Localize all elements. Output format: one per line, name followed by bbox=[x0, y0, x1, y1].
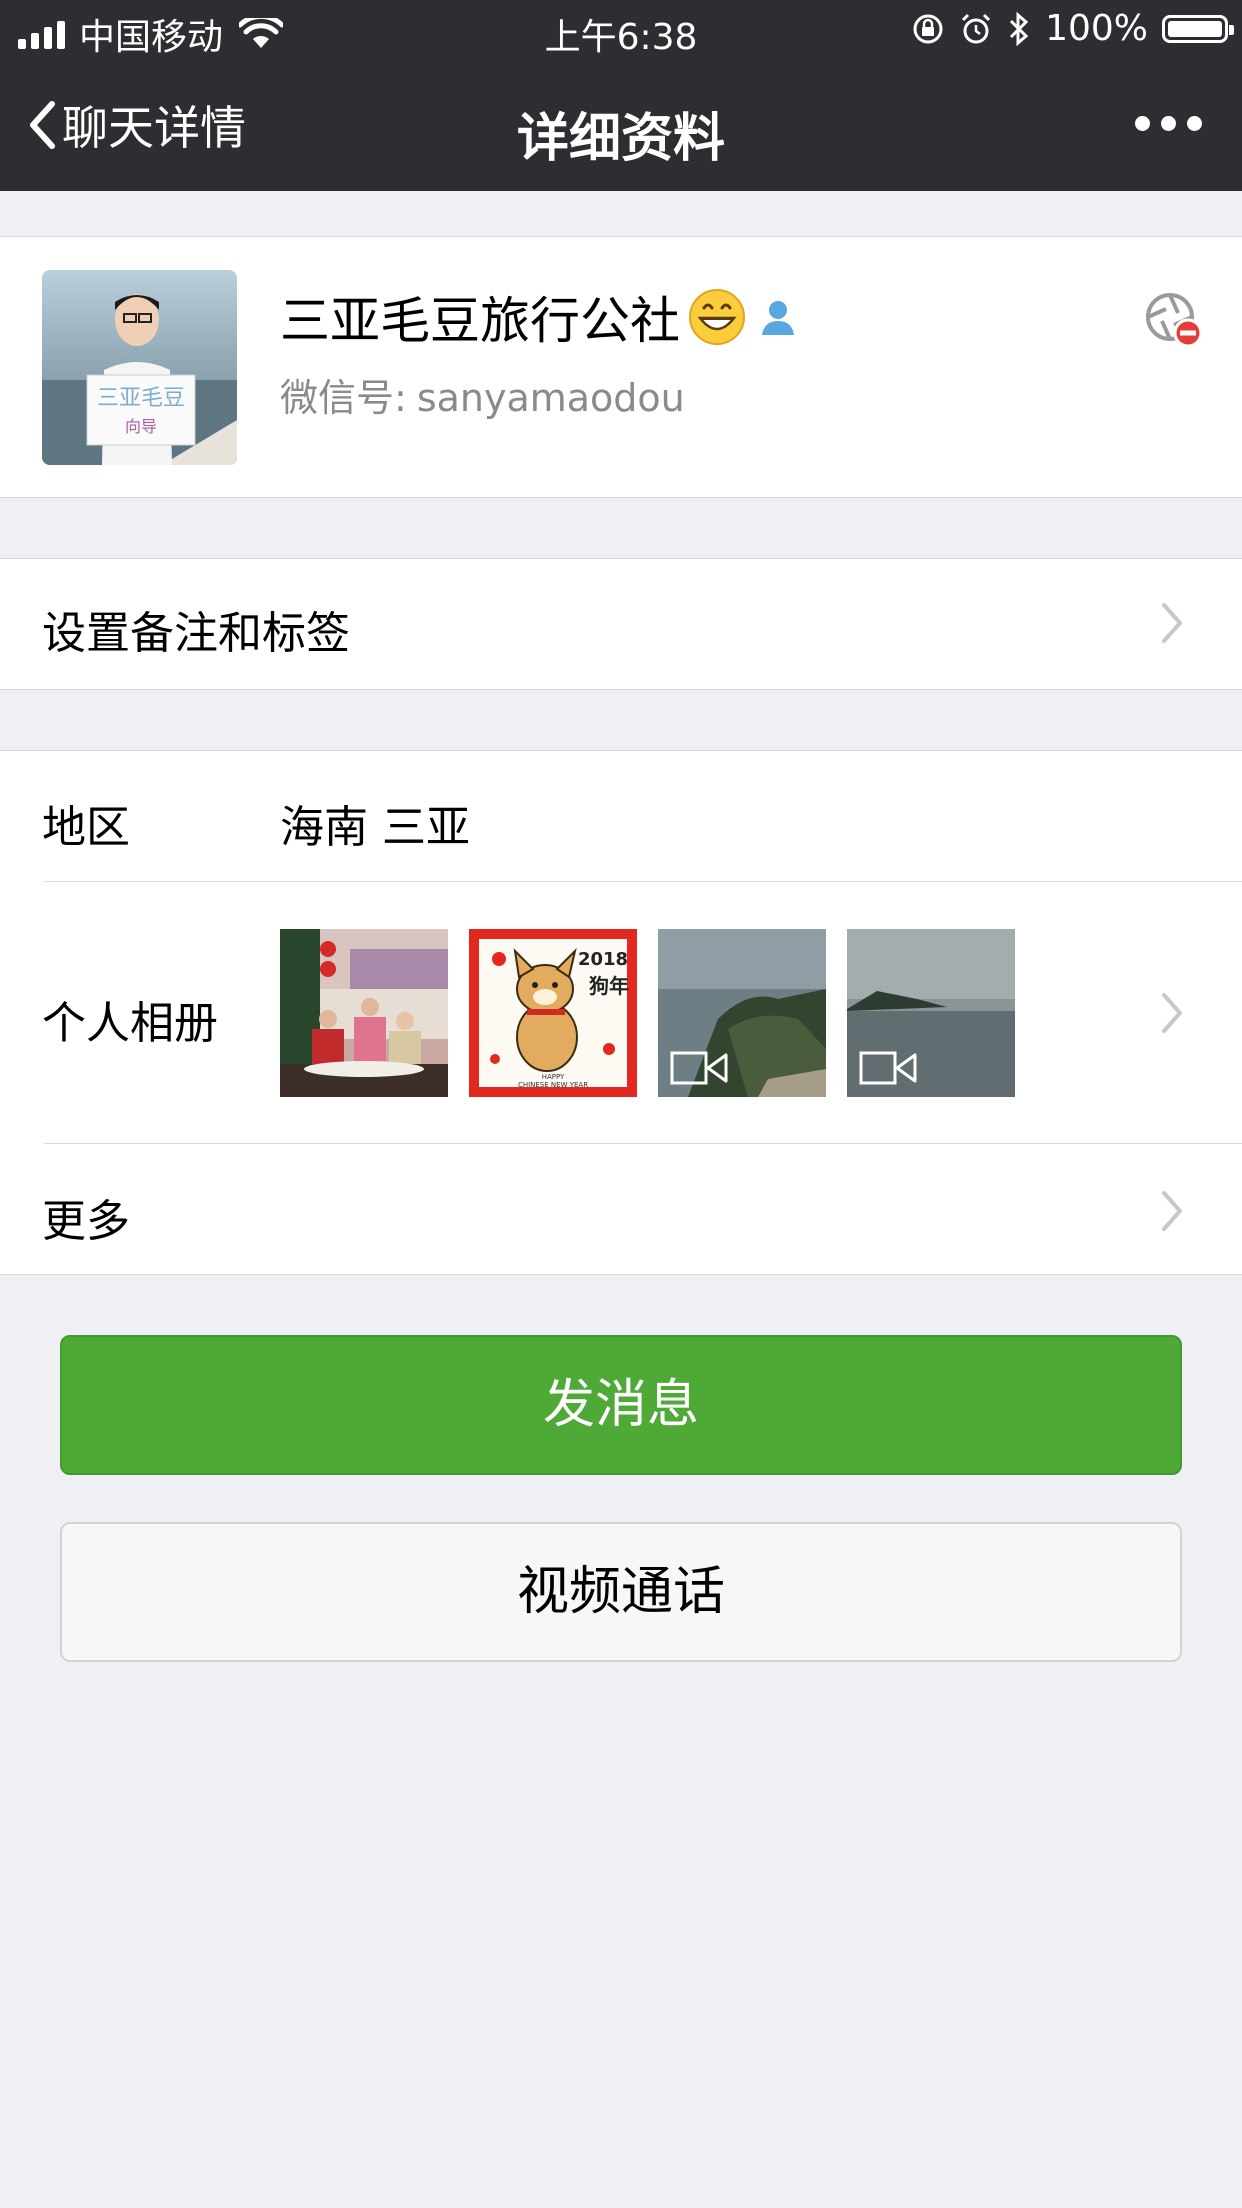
divider bbox=[44, 1143, 1242, 1144]
wechat-id-label: 微信号: bbox=[280, 376, 407, 420]
region-label: 地区 bbox=[42, 802, 130, 853]
battery-percent: 100% bbox=[1045, 8, 1148, 49]
navigation-bar: 聊天详情 详细资料 bbox=[0, 62, 1242, 191]
card-happy-text: HAPPY bbox=[542, 1073, 565, 1081]
album-video-sea[interactable] bbox=[847, 929, 1015, 1097]
info-card: 地区 海南 三亚 个人相册 2018 狗年 HAPPY CHINESE NEW … bbox=[0, 750, 1242, 1275]
battery-fill bbox=[1168, 20, 1222, 37]
region-value: 海南 三亚 bbox=[280, 802, 470, 853]
avatar-sign-line2: 向导 bbox=[125, 417, 157, 436]
card-year-text: 2018 bbox=[578, 949, 628, 970]
avatar[interactable]: 三亚毛豆 向导 bbox=[42, 270, 237, 465]
album-photo-group[interactable] bbox=[280, 929, 448, 1097]
send-message-button[interactable]: 发消息 bbox=[60, 1335, 1182, 1475]
album-video-cliff[interactable] bbox=[658, 929, 826, 1097]
avatar-image: 三亚毛豆 向导 bbox=[42, 270, 237, 465]
grinning-face-icon bbox=[689, 289, 745, 345]
avatar-sign-line1: 三亚毛豆 bbox=[97, 386, 185, 411]
video-icon bbox=[670, 1051, 728, 1085]
battery-icon bbox=[1162, 14, 1234, 43]
wechat-id: 微信号: sanyamaodou bbox=[280, 367, 685, 422]
more-dots-icon[interactable] bbox=[1135, 116, 1202, 131]
contact-person-icon bbox=[762, 301, 794, 335]
divider bbox=[44, 881, 1242, 882]
more-label: 更多 bbox=[42, 1196, 130, 1247]
profile-name: 三亚毛豆旅行公社 bbox=[280, 292, 680, 350]
card-cny-text: CHINESE NEW YEAR bbox=[518, 1081, 588, 1089]
chevron-right-icon bbox=[1162, 1191, 1182, 1231]
set-remark-label: 设置备注和标签 bbox=[42, 608, 350, 659]
orientation-lock-icon bbox=[913, 14, 943, 43]
video-call-button[interactable]: 视频通话 bbox=[60, 1522, 1182, 1662]
album-thumbnails: 2018 狗年 HAPPY CHINESE NEW YEAR bbox=[280, 929, 1015, 1097]
album-label: 个人相册 bbox=[42, 998, 218, 1049]
bluetooth-icon bbox=[1010, 11, 1029, 46]
chevron-right-icon bbox=[1162, 603, 1182, 643]
status-bar: 中国移动 上午6:38 100% bbox=[0, 0, 1242, 62]
alarm-icon bbox=[962, 13, 991, 43]
page-title: 详细资料 bbox=[516, 109, 725, 169]
video-icon bbox=[859, 1051, 917, 1085]
moments-blocked-icon bbox=[1146, 293, 1203, 348]
album-photo-dog-card[interactable]: 2018 狗年 HAPPY CHINESE NEW YEAR bbox=[469, 929, 637, 1097]
top-bar: 中国移动 上午6:38 100% 聊天详情 详细资料 bbox=[0, 0, 1242, 191]
chevron-right-icon bbox=[1162, 993, 1182, 1033]
set-remark-row[interactable]: 设置备注和标签 bbox=[0, 558, 1242, 690]
profile-card: 三亚毛豆 向导 三亚毛豆旅行公社 微信号: sanyamaodou bbox=[0, 236, 1242, 498]
card-dog-year-text: 狗年 bbox=[589, 974, 629, 998]
wechat-id-value: sanyamaodou bbox=[416, 376, 685, 420]
